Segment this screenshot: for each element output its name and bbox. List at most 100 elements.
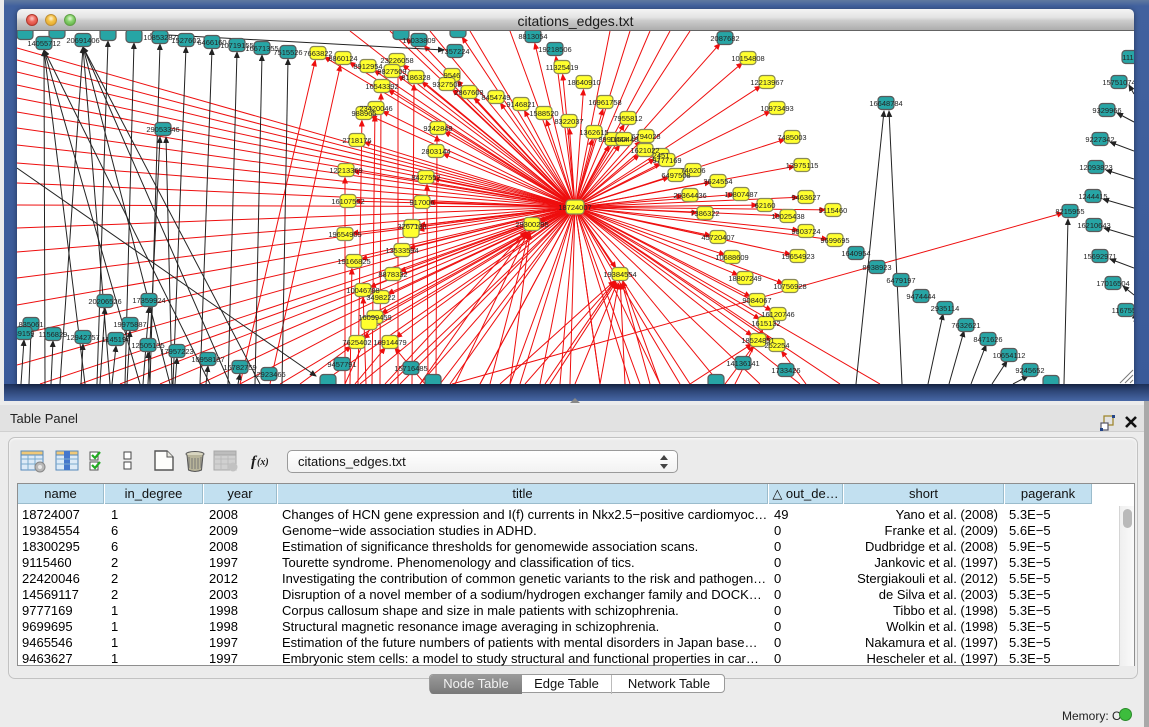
svg-text:(x): (x)	[257, 457, 269, 468]
svg-text:1733426: 1733426	[771, 366, 800, 375]
svg-text:1640954: 1640954	[841, 249, 870, 258]
svg-text:45720407: 45720407	[701, 233, 734, 242]
svg-text:6794028: 6794028	[631, 132, 660, 141]
svg-text:9146821: 9146821	[506, 100, 535, 109]
svg-text:10958187: 10958187	[191, 355, 224, 364]
svg-text:17957223: 17957223	[160, 347, 193, 356]
svg-text:1145194: 1145194	[102, 335, 131, 344]
svg-text:62160: 62160	[755, 201, 776, 210]
svg-text:16914479: 16914479	[373, 338, 406, 347]
svg-text:9474444: 9474444	[906, 292, 935, 301]
svg-text:7485003: 7485003	[777, 133, 806, 142]
svg-text:10807487: 10807487	[724, 190, 757, 199]
svg-text:20206526: 20206526	[88, 297, 121, 306]
svg-text:12975115: 12975115	[786, 161, 819, 170]
svg-text:10973493: 10973493	[760, 104, 793, 113]
svg-text:9245652: 9245652	[1015, 366, 1044, 375]
svg-text:19654905: 19654905	[328, 230, 361, 239]
svg-text:1244415: 1244415	[1078, 192, 1107, 201]
svg-text:20691406: 20691406	[66, 36, 99, 45]
svg-text:16120746: 16120746	[761, 310, 794, 319]
svg-text:8427552: 8427552	[411, 173, 440, 182]
svg-text:16033809: 16033809	[402, 36, 435, 45]
svg-text:9115460: 9115460	[819, 206, 848, 215]
svg-text:2935114: 2935114	[931, 304, 960, 313]
svg-text:8471626: 8471626	[973, 335, 1002, 344]
svg-text:2803144: 2803144	[421, 147, 450, 156]
svg-text:7386322: 7386322	[690, 209, 719, 218]
svg-text:9777169: 9777169	[652, 156, 681, 165]
svg-text:9546: 9546	[444, 71, 461, 80]
svg-text:12942757: 12942757	[66, 333, 99, 342]
svg-text:1167553: 1167553	[1112, 306, 1134, 315]
svg-text:19654923: 19654923	[781, 252, 814, 261]
svg-text:8186328: 8186328	[401, 73, 430, 82]
svg-text:917006: 917006	[409, 198, 434, 207]
svg-text:20364436: 20364436	[673, 191, 706, 200]
svg-text:11325419: 11325419	[546, 63, 579, 72]
svg-text:9803724: 9803724	[791, 227, 820, 236]
svg-text:3624554: 3624554	[703, 177, 732, 186]
svg-text:2867608: 2867608	[454, 88, 483, 97]
svg-text:15692971: 15692971	[1083, 252, 1116, 261]
svg-text:8322037: 8322037	[554, 117, 583, 126]
svg-text:1615132: 1615132	[751, 319, 780, 328]
svg-text:23226058: 23226058	[380, 56, 413, 65]
svg-text:16543392: 16543392	[365, 82, 398, 91]
svg-text:7625402: 7625402	[342, 338, 371, 347]
svg-text:9242848: 9242848	[423, 124, 452, 133]
svg-text:19384554: 19384554	[603, 270, 636, 279]
svg-text:1527602: 1527602	[171, 36, 200, 45]
svg-text:16961758: 16961758	[588, 98, 621, 107]
svg-text:17016504: 17016504	[1096, 279, 1129, 288]
svg-text:18640910: 18640910	[567, 78, 600, 87]
svg-text:19218506: 19218506	[538, 45, 571, 54]
svg-text:9329966: 9329966	[1092, 106, 1121, 115]
svg-text:16648784: 16648784	[869, 99, 902, 108]
svg-text:16107552: 16107552	[331, 197, 364, 206]
svg-text:988965: 988965	[351, 109, 376, 118]
svg-text:7955812: 7955812	[613, 114, 642, 123]
svg-text:6479197: 6479197	[886, 276, 915, 285]
svg-text:3498222: 3498222	[366, 293, 395, 302]
svg-text:7515526: 7515526	[273, 48, 302, 57]
svg-text:835061: 835061	[18, 320, 43, 329]
svg-text:12923466: 12923466	[252, 370, 285, 379]
svg-text:1112: 1112	[1122, 53, 1134, 62]
svg-text:8878332: 8878332	[378, 270, 407, 279]
svg-text:8938923: 8938923	[862, 263, 891, 272]
svg-text:8813054: 8813054	[518, 32, 547, 41]
svg-text:14055712: 14055712	[27, 39, 60, 48]
svg-text:10154808: 10154808	[731, 54, 764, 63]
svg-text:29053346: 29053346	[146, 125, 179, 134]
svg-text:12093823: 12093823	[1079, 163, 1112, 172]
svg-text:18807249: 18807249	[728, 274, 761, 283]
svg-text:18724007: 18724007	[558, 203, 591, 212]
svg-text:10688609: 10688609	[715, 253, 748, 262]
svg-text:7357224: 7357224	[440, 47, 469, 56]
svg-text:9227342: 9227342	[1085, 135, 1114, 144]
svg-text:12213369: 12213369	[329, 166, 362, 175]
svg-text:10025438: 10025438	[771, 212, 804, 221]
svg-text:9699695: 9699695	[820, 236, 849, 245]
svg-text:2718176: 2718176	[342, 136, 371, 145]
svg-text:12213967: 12213967	[750, 78, 783, 87]
svg-text:9457791: 9457791	[327, 360, 356, 369]
svg-text:39159: 39159	[17, 329, 34, 338]
svg-text:16210643: 16210643	[1077, 221, 1110, 230]
svg-text:9463627: 9463627	[791, 193, 820, 202]
svg-text:10756928: 10756928	[773, 282, 806, 291]
svg-text:17359924: 17359924	[132, 296, 165, 305]
svg-text:29300295: 29300295	[515, 220, 548, 229]
svg-text:15751074: 15751074	[1102, 78, 1134, 87]
svg-text:16099459: 16099459	[358, 313, 391, 322]
svg-text:9084067: 9084067	[742, 296, 771, 305]
svg-text:8215955: 8215955	[1055, 207, 1084, 216]
svg-text:1156829: 1156829	[39, 330, 68, 339]
svg-text:6497508: 6497508	[661, 171, 690, 180]
svg-text:14136141: 14136141	[726, 359, 759, 368]
svg-text:13533594: 13533594	[385, 246, 418, 255]
svg-text:252254: 252254	[764, 341, 789, 350]
svg-text:3267130: 3267130	[397, 222, 426, 231]
svg-text:2087682: 2087682	[710, 34, 739, 43]
